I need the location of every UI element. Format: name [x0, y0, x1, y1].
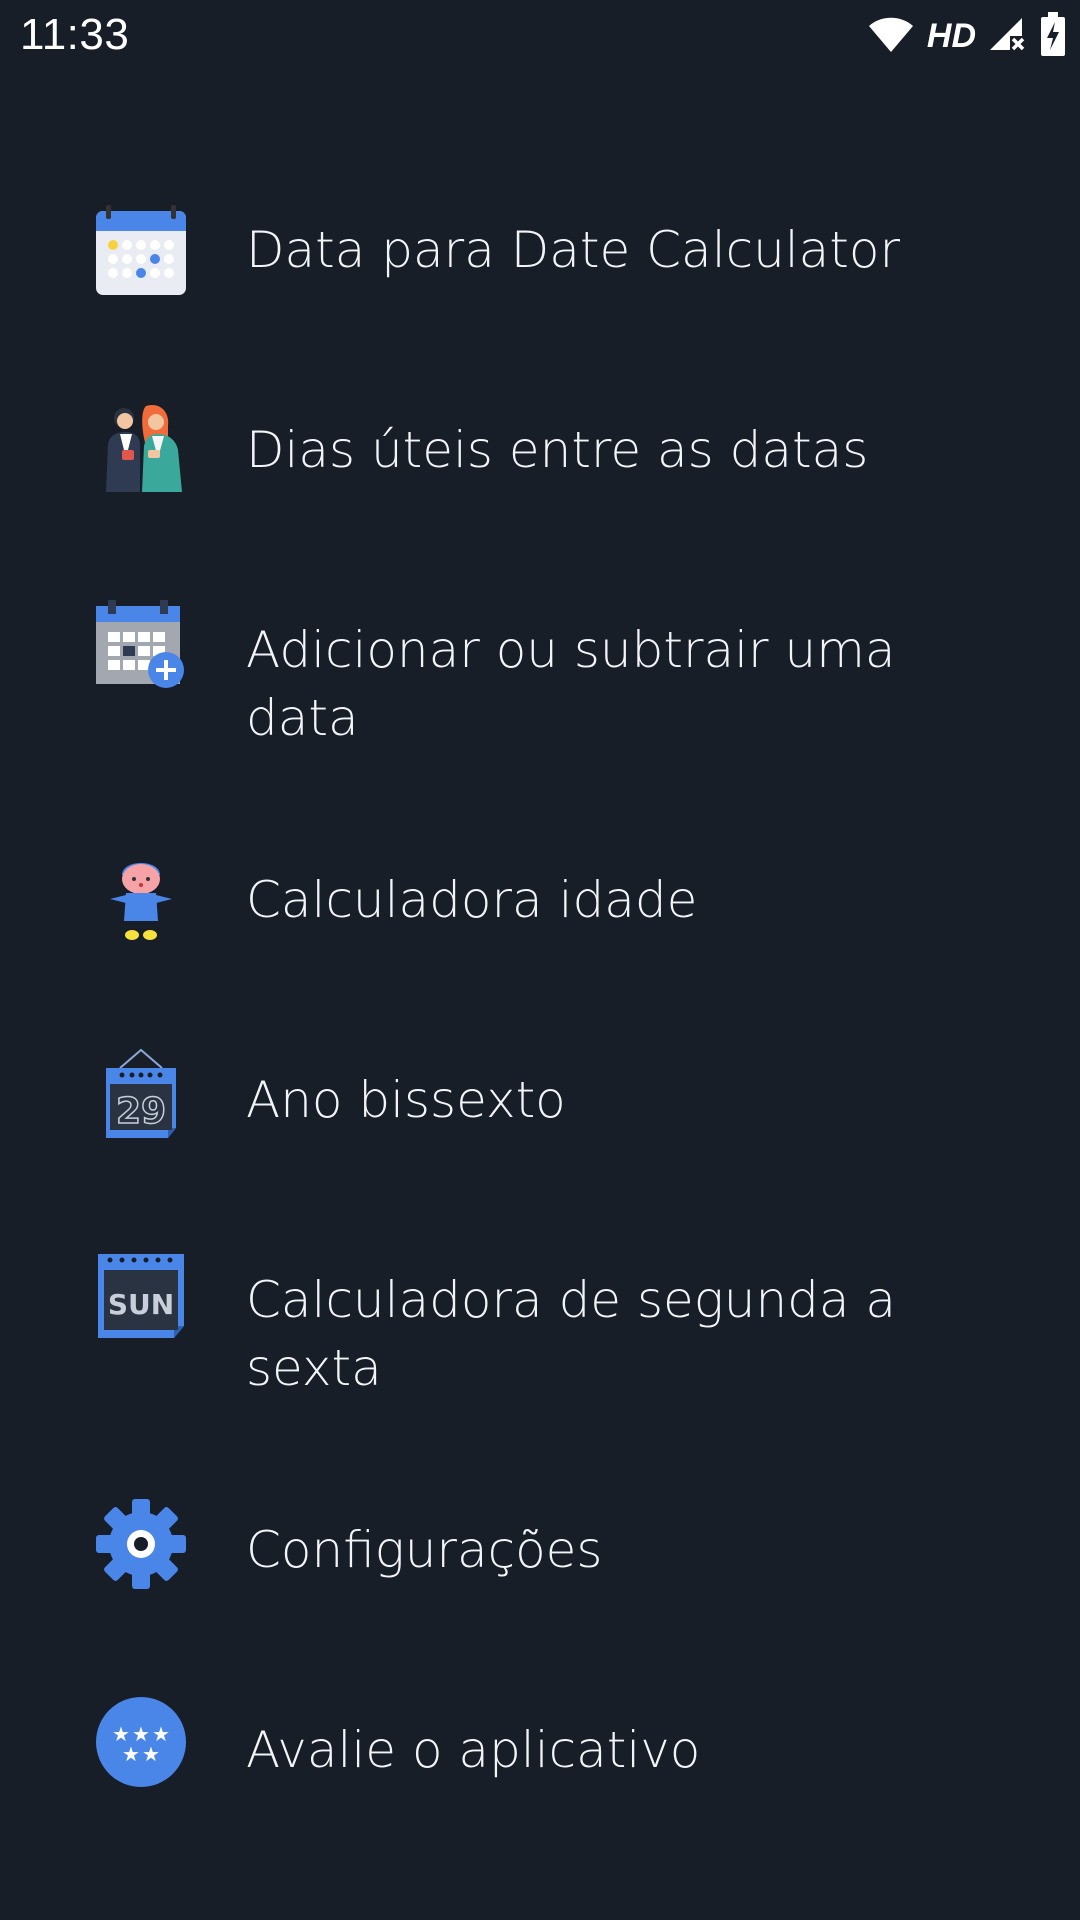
child-figure-icon: [96, 851, 186, 941]
rating-stars-icon: ★ ★ ★ ★ ★: [96, 1697, 186, 1787]
menu-item-weekday-calculator[interactable]: SUN Calculadora de segunda a sexta: [0, 1200, 1080, 1450]
menu-item-label: Avalie o aplicativo: [246, 1721, 701, 1779]
cell-signal-icon: [988, 14, 1028, 58]
status-bar: 11:33 HD: [0, 0, 1080, 76]
wifi-icon: [867, 14, 915, 58]
svg-text:★: ★: [122, 1742, 140, 1766]
calendar-29-icon: 29: [96, 1048, 186, 1138]
menu-item-age-calculator[interactable]: Calculadora idade: [0, 800, 1080, 1000]
menu-item-label: Calculadora de segunda a sexta: [246, 1271, 897, 1397]
menu-item-business-days[interactable]: Dias úteis entre as datas: [0, 350, 1080, 550]
battery-charging-icon: [1040, 12, 1066, 60]
menu-item-settings[interactable]: Configurações: [0, 1450, 1080, 1650]
menu-item-add-subtract[interactable]: Adicionar ou subtrair uma data: [0, 550, 1080, 800]
calendar-grid-icon: [96, 205, 186, 295]
menu-item-label: Ano bissexto: [246, 1071, 566, 1129]
status-icons: HD: [867, 12, 1066, 60]
menu-item-date-to-date[interactable]: Data para Date Calculator: [0, 150, 1080, 350]
menu-item-rate-app[interactable]: ★ ★ ★ ★ ★ Avalie o aplicativo: [0, 1650, 1080, 1850]
menu-item-label: Calculadora idade: [246, 871, 698, 929]
menu-item-label: Configurações: [246, 1521, 603, 1579]
gear-icon: [96, 1499, 186, 1589]
svg-text:29: 29: [116, 1091, 166, 1132]
menu-item-leap-year[interactable]: 29 Ano bissexto: [0, 1000, 1080, 1200]
menu-item-label: Data para Date Calculator: [246, 221, 901, 279]
calendar-sun-icon: SUN: [96, 1248, 186, 1338]
status-time: 11:33: [20, 10, 130, 59]
business-people-icon: [96, 402, 186, 492]
calendar-add-icon: [96, 600, 186, 690]
svg-text:SUN: SUN: [108, 1288, 174, 1321]
svg-text:★: ★: [142, 1742, 160, 1766]
network-type-label: HD: [926, 16, 976, 55]
menu-item-label: Dias úteis entre as datas: [246, 421, 869, 479]
menu-item-label: Adicionar ou subtrair uma data: [246, 621, 896, 747]
